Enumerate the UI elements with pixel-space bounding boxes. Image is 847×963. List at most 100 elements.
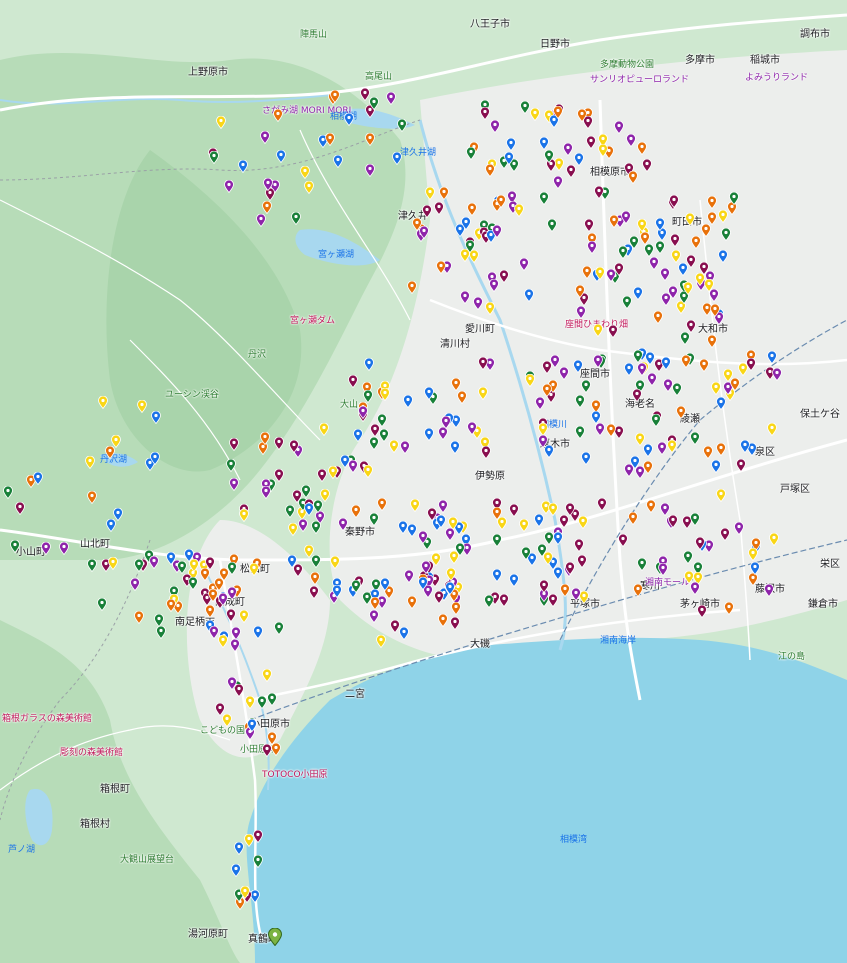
map-pin-icon[interactable] — [227, 562, 237, 575]
map-pin-icon[interactable] — [668, 286, 678, 299]
map-pin-icon[interactable] — [548, 503, 558, 516]
map-pin-icon[interactable] — [668, 515, 678, 528]
map-pin-icon[interactable] — [499, 594, 509, 607]
map-pin-icon[interactable] — [574, 153, 584, 166]
map-pin-icon[interactable] — [450, 617, 460, 630]
label-tama-zoo[interactable]: 多摩動物公園 — [600, 60, 654, 70]
map-pin-icon[interactable] — [240, 886, 250, 899]
map-pin-icon[interactable] — [548, 594, 558, 607]
map-pin-icon[interactable] — [509, 504, 519, 517]
map-pin-icon[interactable] — [633, 350, 643, 363]
map-pin-icon[interactable] — [597, 498, 607, 511]
map-pin-icon[interactable] — [764, 584, 774, 597]
map-pin-icon[interactable] — [239, 610, 249, 623]
map-pin-icon[interactable] — [576, 306, 586, 319]
map-pin-icon[interactable] — [676, 406, 686, 419]
map-pin-icon[interactable] — [319, 423, 329, 436]
map-pin-icon[interactable] — [97, 598, 107, 611]
map-pin-icon[interactable] — [577, 555, 587, 568]
map-pin-icon[interactable] — [521, 547, 531, 560]
map-pin-icon[interactable] — [363, 390, 373, 403]
map-pin-icon[interactable] — [492, 569, 502, 582]
map-pin-icon[interactable] — [591, 411, 601, 424]
map-pin-icon[interactable] — [553, 567, 563, 580]
map-pin-icon[interactable] — [560, 584, 570, 597]
map-pin-icon[interactable] — [750, 562, 760, 575]
map-pin-icon[interactable] — [509, 574, 519, 587]
map-pin-icon[interactable] — [436, 261, 446, 274]
map-pin-icon[interactable] — [226, 609, 236, 622]
map-pin-icon[interactable] — [490, 120, 500, 133]
map-pin-icon[interactable] — [338, 518, 348, 531]
map-pin-icon[interactable] — [273, 109, 283, 122]
map-pin-icon[interactable] — [628, 171, 638, 184]
map-pin-icon[interactable] — [575, 285, 585, 298]
map-pin-icon[interactable] — [703, 446, 713, 459]
map-pin-icon[interactable] — [543, 552, 553, 565]
map-pin-icon[interactable] — [492, 225, 502, 238]
map-pin-icon[interactable] — [621, 211, 631, 224]
map-pin-icon[interactable] — [386, 92, 396, 105]
map-pin-icon[interactable] — [358, 406, 368, 419]
map-pin-icon[interactable] — [660, 503, 670, 516]
map-pin-icon[interactable] — [704, 279, 714, 292]
map-pin-icon[interactable] — [655, 218, 665, 231]
map-pin-icon[interactable] — [441, 416, 451, 429]
map-pin-icon[interactable] — [380, 388, 390, 401]
map-pin-icon[interactable] — [398, 521, 408, 534]
selected-pin-icon[interactable] — [268, 928, 282, 946]
label-enoshima[interactable]: 江の島 — [778, 652, 805, 662]
map-pin-icon[interactable] — [301, 485, 311, 498]
map-pin-icon[interactable] — [226, 459, 236, 472]
map-pin-icon[interactable] — [492, 507, 502, 520]
map-pin-icon[interactable] — [581, 452, 591, 465]
map-pin-icon[interactable] — [606, 424, 616, 437]
map-pin-icon[interactable] — [260, 131, 270, 144]
map-pin-icon[interactable] — [467, 422, 477, 435]
map-pin-icon[interactable] — [263, 178, 273, 191]
map-pin-icon[interactable] — [644, 244, 654, 257]
map-pin-icon[interactable] — [253, 855, 263, 868]
map-pin-icon[interactable] — [566, 165, 576, 178]
map-pin-icon[interactable] — [559, 515, 569, 528]
map-pin-icon[interactable] — [690, 513, 700, 526]
map-pin-icon[interactable] — [309, 586, 319, 599]
map-pin-icon[interactable] — [624, 464, 634, 477]
map-pin-icon[interactable] — [672, 383, 682, 396]
map-pin-icon[interactable] — [377, 498, 387, 511]
map-pin-icon[interactable] — [657, 442, 667, 455]
map-pin-icon[interactable] — [276, 150, 286, 163]
map-pin-icon[interactable] — [686, 320, 696, 333]
map-pin-icon[interactable] — [151, 411, 161, 424]
map-pin-icon[interactable] — [649, 257, 659, 270]
map-pin-icon[interactable] — [249, 563, 259, 576]
map-pin-icon[interactable] — [710, 304, 720, 317]
map-pin-icon[interactable] — [434, 202, 444, 215]
map-pin-icon[interactable] — [767, 351, 777, 364]
label-ooyama[interactable]: 大山 — [340, 400, 358, 410]
map-pin-icon[interactable] — [553, 176, 563, 189]
map-pin-icon[interactable] — [261, 486, 271, 499]
map-pin-icon[interactable] — [369, 610, 379, 623]
map-pin-icon[interactable] — [330, 556, 340, 569]
map-pin-icon[interactable] — [653, 311, 663, 324]
map-pin-icon[interactable] — [285, 505, 295, 518]
map-pin-icon[interactable] — [618, 534, 628, 547]
map-pin-icon[interactable] — [184, 549, 194, 562]
map-pin-icon[interactable] — [643, 461, 653, 474]
label-oyamanomori[interactable]: 大観山展望台 — [120, 855, 174, 865]
map-pin-icon[interactable] — [33, 472, 43, 485]
map-pin-icon[interactable] — [365, 133, 375, 146]
map-pin-icon[interactable] — [465, 240, 475, 253]
map-pin-icon[interactable] — [626, 134, 636, 147]
map-pin-icon[interactable] — [10, 540, 20, 553]
map-pin-icon[interactable] — [637, 558, 647, 571]
map-pin-icon[interactable] — [256, 214, 266, 227]
map-pin-icon[interactable] — [410, 499, 420, 512]
map-pin-icon[interactable] — [691, 236, 701, 249]
map-pin-icon[interactable] — [661, 357, 671, 370]
map-pin-icon[interactable] — [539, 580, 549, 593]
map-pin-icon[interactable] — [478, 387, 488, 400]
map-pin-icon[interactable] — [253, 830, 263, 843]
map-pin-icon[interactable] — [332, 585, 342, 598]
